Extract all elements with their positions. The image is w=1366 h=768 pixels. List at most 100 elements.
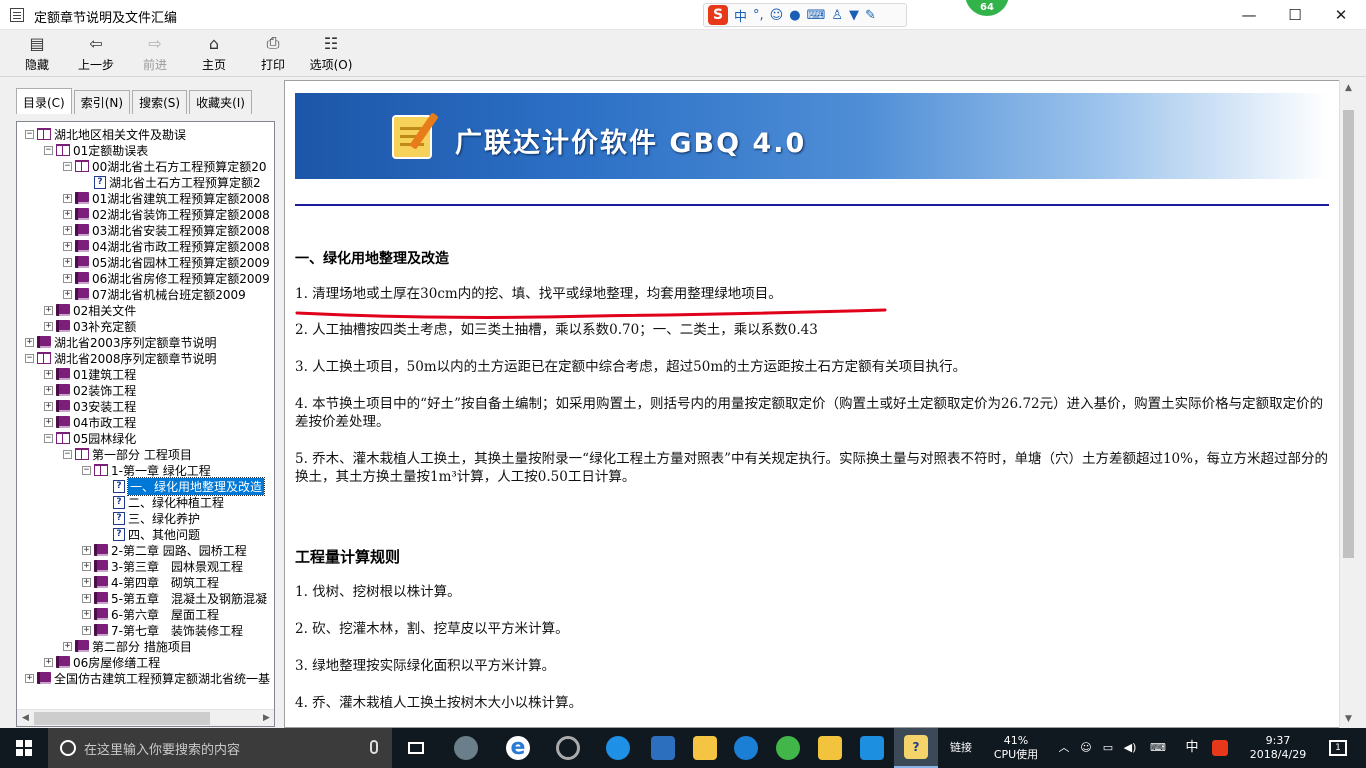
ime-toolbar[interactable]: S 中 °, ☺ ● ⌨ ♙ ▼ ✎: [703, 3, 907, 27]
expand-icon[interactable]: +: [63, 273, 72, 283]
tree-node[interactable]: − 湖北省2008序列定额章节说明: [25, 350, 217, 366]
tree-node[interactable]: + 湖北省2003序列定额章节说明: [25, 334, 217, 350]
tree-node[interactable]: − 00湖北省土石方工程预算定额20: [63, 158, 267, 174]
home-button[interactable]: ⌂ 主页: [197, 33, 231, 75]
ie-browser-icon[interactable]: e: [498, 728, 538, 768]
scroll-up-icon[interactable]: ▲: [1340, 80, 1357, 97]
tree-node[interactable]: +03补充定额: [44, 318, 136, 334]
tree-node[interactable]: +01建筑工程: [44, 366, 136, 382]
taskbar-search[interactable]: 在这里输入你要搜索的内容: [48, 728, 392, 768]
tree-node[interactable]: +06湖北省房修工程预算定额2009: [63, 270, 270, 286]
expand-icon[interactable]: +: [25, 673, 34, 683]
content-vertical-scrollbar[interactable]: ▲ ▼: [1339, 80, 1357, 728]
expand-icon[interactable]: +: [44, 305, 53, 315]
collapse-icon[interactable]: −: [63, 449, 72, 459]
user-tray-icon[interactable]: ☺: [1076, 728, 1096, 768]
skin-icon[interactable]: ▼: [849, 8, 859, 23]
scroll-down-icon[interactable]: ▼: [1340, 711, 1357, 728]
collapse-icon[interactable]: −: [44, 145, 53, 155]
tree-node[interactable]: +07湖北省机械台班定额2009: [63, 286, 246, 302]
tree-node[interactable]: − 05园林绿化: [44, 430, 136, 446]
keyboard-icon[interactable]: ⌨: [807, 8, 826, 23]
expand-icon[interactable]: +: [63, 209, 72, 219]
tree-horizontal-scrollbar[interactable]: ◀ ▶: [17, 709, 274, 726]
expand-icon[interactable]: +: [44, 401, 53, 411]
tree-node[interactable]: +02相关文件: [44, 302, 136, 318]
expand-icon[interactable]: +: [44, 385, 53, 395]
tab-search[interactable]: 搜索(S): [132, 90, 188, 114]
minimize-button[interactable]: —: [1226, 0, 1272, 30]
tree-node[interactable]: − 第一部分 工程项目: [63, 446, 192, 462]
cross-app-icon[interactable]: [852, 728, 892, 768]
tree-node[interactable]: +3-第三章 园林景观工程: [82, 558, 243, 574]
emoji-icon[interactable]: ☺: [770, 8, 784, 23]
expand-icon[interactable]: +: [44, 657, 53, 667]
hide-button[interactable]: ▤ 隐藏: [20, 33, 54, 75]
expand-icon[interactable]: +: [25, 337, 34, 347]
expand-icon[interactable]: +: [82, 561, 91, 571]
expand-icon[interactable]: +: [63, 225, 72, 235]
task-view-icon[interactable]: [398, 728, 434, 768]
volume-icon[interactable]: ◀): [1120, 728, 1140, 768]
collapse-icon[interactable]: −: [25, 129, 34, 139]
expand-icon[interactable]: +: [63, 193, 72, 203]
cpu-usage-widget[interactable]: 41% CPU使用: [986, 728, 1046, 768]
sogou-logo-icon[interactable]: S: [708, 5, 728, 25]
tree-node[interactable]: ? 湖北省土石方工程预算定额2: [82, 174, 261, 190]
expand-icon[interactable]: +: [82, 577, 91, 587]
browser-360-icon[interactable]: [768, 728, 808, 768]
microphone-icon[interactable]: ●: [789, 8, 800, 23]
microphone-icon[interactable]: [370, 740, 378, 754]
tree-node[interactable]: + 第二部分 措施项目: [63, 638, 192, 654]
tree-node[interactable]: +5-第五章 混凝土及钢筋混凝: [82, 590, 267, 606]
tree-node[interactable]: +03安装工程: [44, 398, 136, 414]
tree-node[interactable]: +02装饰工程: [44, 382, 136, 398]
start-button[interactable]: [0, 728, 48, 768]
scroll-right-icon[interactable]: ▶: [258, 710, 274, 726]
expand-icon[interactable]: +: [44, 417, 53, 427]
expand-icon[interactable]: +: [63, 641, 72, 651]
back-button[interactable]: ⇦ 上一步: [74, 33, 118, 75]
collapse-icon[interactable]: −: [82, 465, 91, 475]
chat-app-icon[interactable]: [643, 728, 683, 768]
options-button[interactable]: ☷ 选项(O): [306, 33, 356, 75]
ime-mode-label[interactable]: 中: [734, 6, 747, 25]
scroll-thumb[interactable]: [34, 712, 210, 725]
expand-icon[interactable]: +: [63, 257, 72, 267]
expand-icon[interactable]: +: [44, 369, 53, 379]
tree-node[interactable]: +7-第七章 装饰装修工程: [82, 622, 243, 638]
expand-icon[interactable]: +: [82, 609, 91, 619]
action-center-icon[interactable]: 1: [1318, 728, 1358, 768]
tree-node[interactable]: +4-第四章 砌筑工程: [82, 574, 219, 590]
maximize-button[interactable]: ☐: [1272, 0, 1318, 30]
swirl-app-icon[interactable]: [548, 728, 588, 768]
expand-icon[interactable]: +: [82, 593, 91, 603]
tree-node[interactable]: +06房屋修缮工程: [44, 654, 160, 670]
expand-icon[interactable]: +: [82, 545, 91, 555]
network-icon[interactable]: ▭: [1098, 728, 1118, 768]
print-button[interactable]: ⎙ 打印: [256, 33, 290, 75]
file-explorer-icon[interactable]: [685, 728, 725, 768]
tree-node[interactable]: +05湖北省园林工程预算定额2009: [63, 254, 270, 270]
tree-node[interactable]: +03湖北省安装工程预算定额2008: [63, 222, 270, 238]
fan-app-icon[interactable]: [446, 728, 486, 768]
ime-punct-label[interactable]: °,: [753, 8, 764, 23]
tray-expand-icon[interactable]: ︿: [1054, 728, 1074, 768]
expand-icon[interactable]: +: [82, 625, 91, 635]
expand-icon[interactable]: +: [63, 289, 72, 299]
notes-app-icon[interactable]: [810, 728, 850, 768]
tree-node[interactable]: + 全国仿古建筑工程预算定额湖北省统一基: [25, 670, 270, 686]
glodon-app-icon[interactable]: [726, 728, 766, 768]
tree-node[interactable]: +04湖北省市政工程预算定额2008: [63, 238, 270, 254]
tree-node[interactable]: ? 一、绿化用地整理及改造: [101, 476, 266, 496]
expand-icon[interactable]: +: [44, 321, 53, 331]
tab-contents[interactable]: 目录(C): [16, 88, 72, 114]
tree-node[interactable]: +02湖北省装饰工程预算定额2008: [63, 206, 270, 222]
link-label[interactable]: 链接: [944, 728, 978, 768]
wrench-icon[interactable]: ✎: [865, 8, 876, 23]
ime-tray-label[interactable]: 中: [1180, 728, 1204, 768]
edge-browser-icon[interactable]: [598, 728, 638, 768]
tab-index[interactable]: 索引(N): [73, 90, 131, 114]
tree-node[interactable]: − 湖北地区相关文件及勘误: [25, 126, 186, 142]
tree-node[interactable]: +6-第六章 屋面工程: [82, 606, 219, 622]
